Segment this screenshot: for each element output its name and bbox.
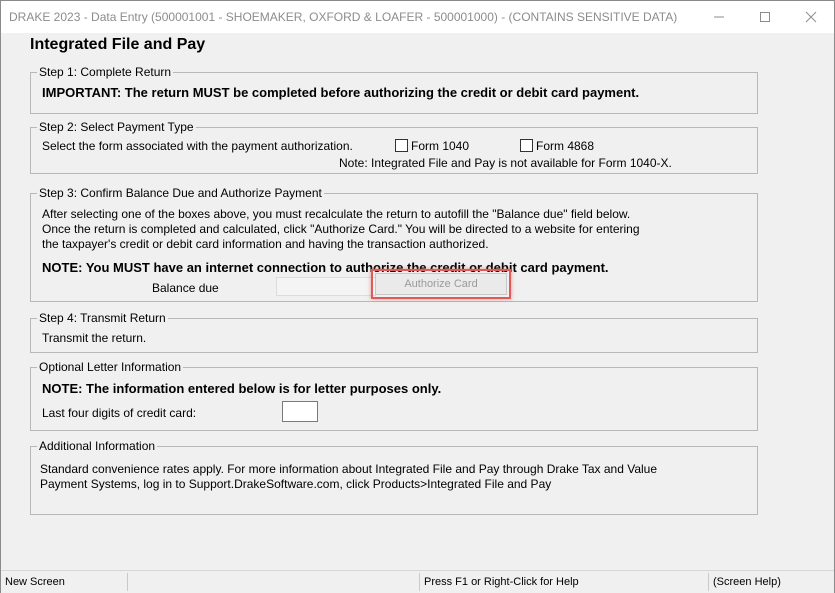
minimize-button[interactable] — [696, 1, 742, 33]
step1-legend: Step 1: Complete Return — [39, 65, 172, 79]
form-1040-label[interactable]: Form 1040 — [411, 139, 469, 153]
balance-due-field — [276, 277, 376, 296]
additional-info-line: Payment Systems, log in to Support.Drake… — [40, 477, 552, 491]
card-digits-label: Last four digits of credit card: — [42, 406, 197, 420]
additional-info-line: Standard convenience rates apply. For mo… — [40, 462, 658, 476]
card-digits-input[interactable] — [282, 401, 318, 422]
close-button[interactable] — [788, 1, 834, 33]
step3-legend: Step 3: Confirm Balance Due and Authoriz… — [39, 186, 322, 200]
step2-note: Note: Integrated File and Pay is not ava… — [339, 156, 672, 170]
letter-group: Optional Letter Information — [30, 361, 758, 431]
content-area: Integrated File and Pay Step 1: Complete… — [1, 33, 834, 570]
form-4868-checkbox[interactable] — [520, 139, 533, 152]
status-divider — [127, 573, 128, 591]
step2-legend: Step 2: Select Payment Type — [39, 120, 194, 134]
step1-important-text: IMPORTANT: The return MUST be completed … — [42, 85, 640, 100]
maximize-icon — [760, 12, 770, 22]
step4-legend: Step 4: Transmit Return — [39, 311, 166, 325]
step3-instruction-line: the taxpayer's credit or debit card info… — [42, 237, 489, 251]
data-entry-window: DRAKE 2023 - Data Entry (500001001 - SHO… — [0, 0, 835, 593]
step2-instruction: Select the form associated with the paym… — [42, 139, 353, 153]
step3-instruction-line: Once the return is completed and calcula… — [42, 222, 640, 236]
step3-instruction-line: After selecting one of the boxes above, … — [42, 207, 631, 221]
letter-legend: Optional Letter Information — [39, 360, 182, 374]
close-icon — [805, 11, 817, 23]
step3-internet-note: NOTE: You MUST have an internet connecti… — [42, 260, 609, 275]
status-left: New Screen — [5, 576, 65, 588]
balance-due-label: Balance due — [152, 281, 219, 295]
status-bar: New Screen Press F1 or Right-Click for H… — [1, 570, 834, 593]
page-title: Integrated File and Pay — [30, 36, 206, 53]
minimize-icon — [714, 16, 724, 18]
status-help-hint: Press F1 or Right-Click for Help — [424, 576, 579, 588]
screen-help-link[interactable]: (Screen Help) — [709, 571, 829, 593]
form-1040-checkbox[interactable] — [395, 139, 408, 152]
letter-note: NOTE: The information entered below is f… — [42, 381, 442, 396]
step4-text: Transmit the return. — [42, 331, 147, 345]
window-title: DRAKE 2023 - Data Entry (500001001 - SHO… — [9, 10, 678, 24]
title-bar[interactable]: DRAKE 2023 - Data Entry (500001001 - SHO… — [1, 1, 834, 33]
additional-info-legend: Additional Information — [39, 439, 156, 453]
maximize-button[interactable] — [742, 1, 788, 33]
authorize-card-button[interactable]: Authorize Card — [375, 273, 507, 295]
form-4868-label[interactable]: Form 4868 — [536, 139, 594, 153]
